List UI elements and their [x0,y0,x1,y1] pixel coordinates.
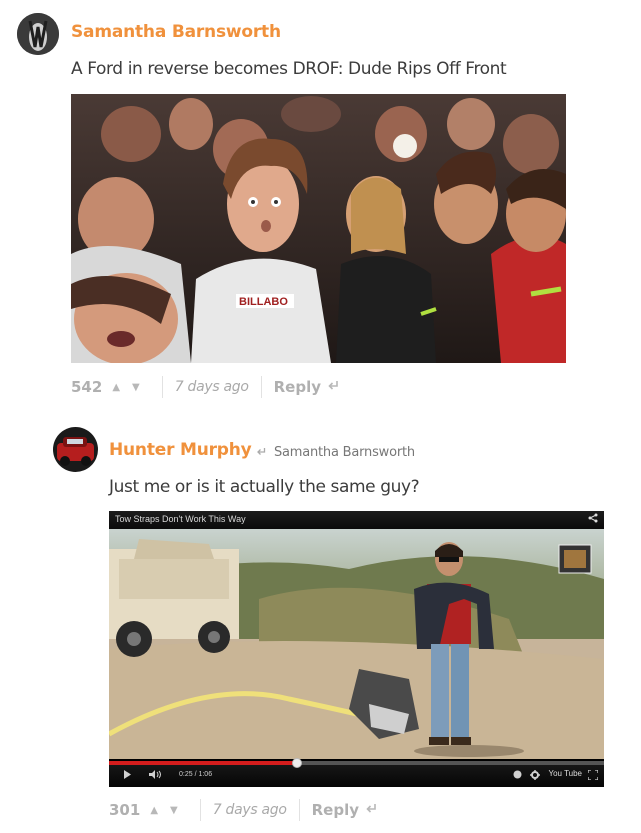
video-frame[interactable] [109,529,604,759]
comment-text: Just me or is it actually the same guy? [109,477,420,497]
time-total: 1:06 [198,771,213,778]
comment-timestamp[interactable]: 7 days ago [213,802,287,818]
settings-gear-icon[interactable] [530,770,540,782]
downvote-icon[interactable]: ▼ [132,382,140,393]
video-title[interactable]: Tow Straps Don't Work This Way [115,514,246,524]
time-current: 0:25 [179,771,193,778]
reply-arrow-icon[interactable] [327,380,339,395]
divider [298,799,300,821]
like-count: 542 [71,378,103,396]
comment-meta: 542 ▲ ▼ 7 days ago Reply [71,376,339,398]
crowd-photo: BILLABO [71,94,566,363]
divider [161,376,163,398]
reply-to-name: Samantha Barnsworth [273,445,415,460]
youtube-brand: You Tube [548,769,582,778]
comment-meta: 301 ▲ ▼ 7 days ago Reply [109,799,377,821]
reply-arrow-icon[interactable] [365,803,377,818]
comment-text: A Ford in reverse becomes DROF: Dude Rip… [71,59,507,79]
divider [260,376,262,398]
volume-icon[interactable] [149,770,163,781]
video-controls: 0:25 / 1:06 You Tube [109,758,604,787]
fullscreen-icon[interactable] [587,769,599,782]
avatar-image [17,13,59,55]
video-progress-fill [109,761,298,765]
reply-arrow-icon [256,445,270,460]
comment-timestamp[interactable]: 7 days ago [175,379,249,395]
video-title-bar: Tow Straps Don't Work This Way [109,511,604,529]
captions-icon[interactable] [513,770,522,781]
upvote-icon[interactable]: ▲ [112,382,120,393]
video-scrubber[interactable] [292,758,303,768]
time-display: 0:25 / 1:06 [179,771,213,778]
svg-text:BILLABO: BILLABO [239,296,288,308]
divider [199,799,201,821]
comment-image[interactable]: BILLABO [71,94,566,363]
youtube-logo-icon[interactable]: You Tube [548,769,582,778]
comment-author[interactable]: Samantha Barnsworth [71,22,281,42]
avatar[interactable] [17,13,59,55]
video-player[interactable]: Tow Straps Don't Work This Way 0:25 / 1:… [109,511,604,787]
play-icon[interactable] [123,770,132,781]
share-icon[interactable] [588,513,598,526]
comment-reply: Hunter Murphy Samantha Barnsworth Just m… [0,410,641,833]
avatar-image [53,427,98,472]
like-count: 301 [109,801,141,819]
avatar[interactable] [53,427,98,472]
downvote-icon[interactable]: ▼ [170,805,178,816]
comment-author[interactable]: Hunter Murphy [109,440,252,460]
reply-to-link[interactable]: Samantha Barnsworth [256,445,415,460]
video-thumbnail [109,529,604,759]
upvote-icon[interactable]: ▲ [150,805,158,816]
comment: Samantha Barnsworth A Ford in reverse be… [0,0,641,410]
reply-button[interactable]: Reply [274,378,321,396]
reply-button[interactable]: Reply [312,801,359,819]
